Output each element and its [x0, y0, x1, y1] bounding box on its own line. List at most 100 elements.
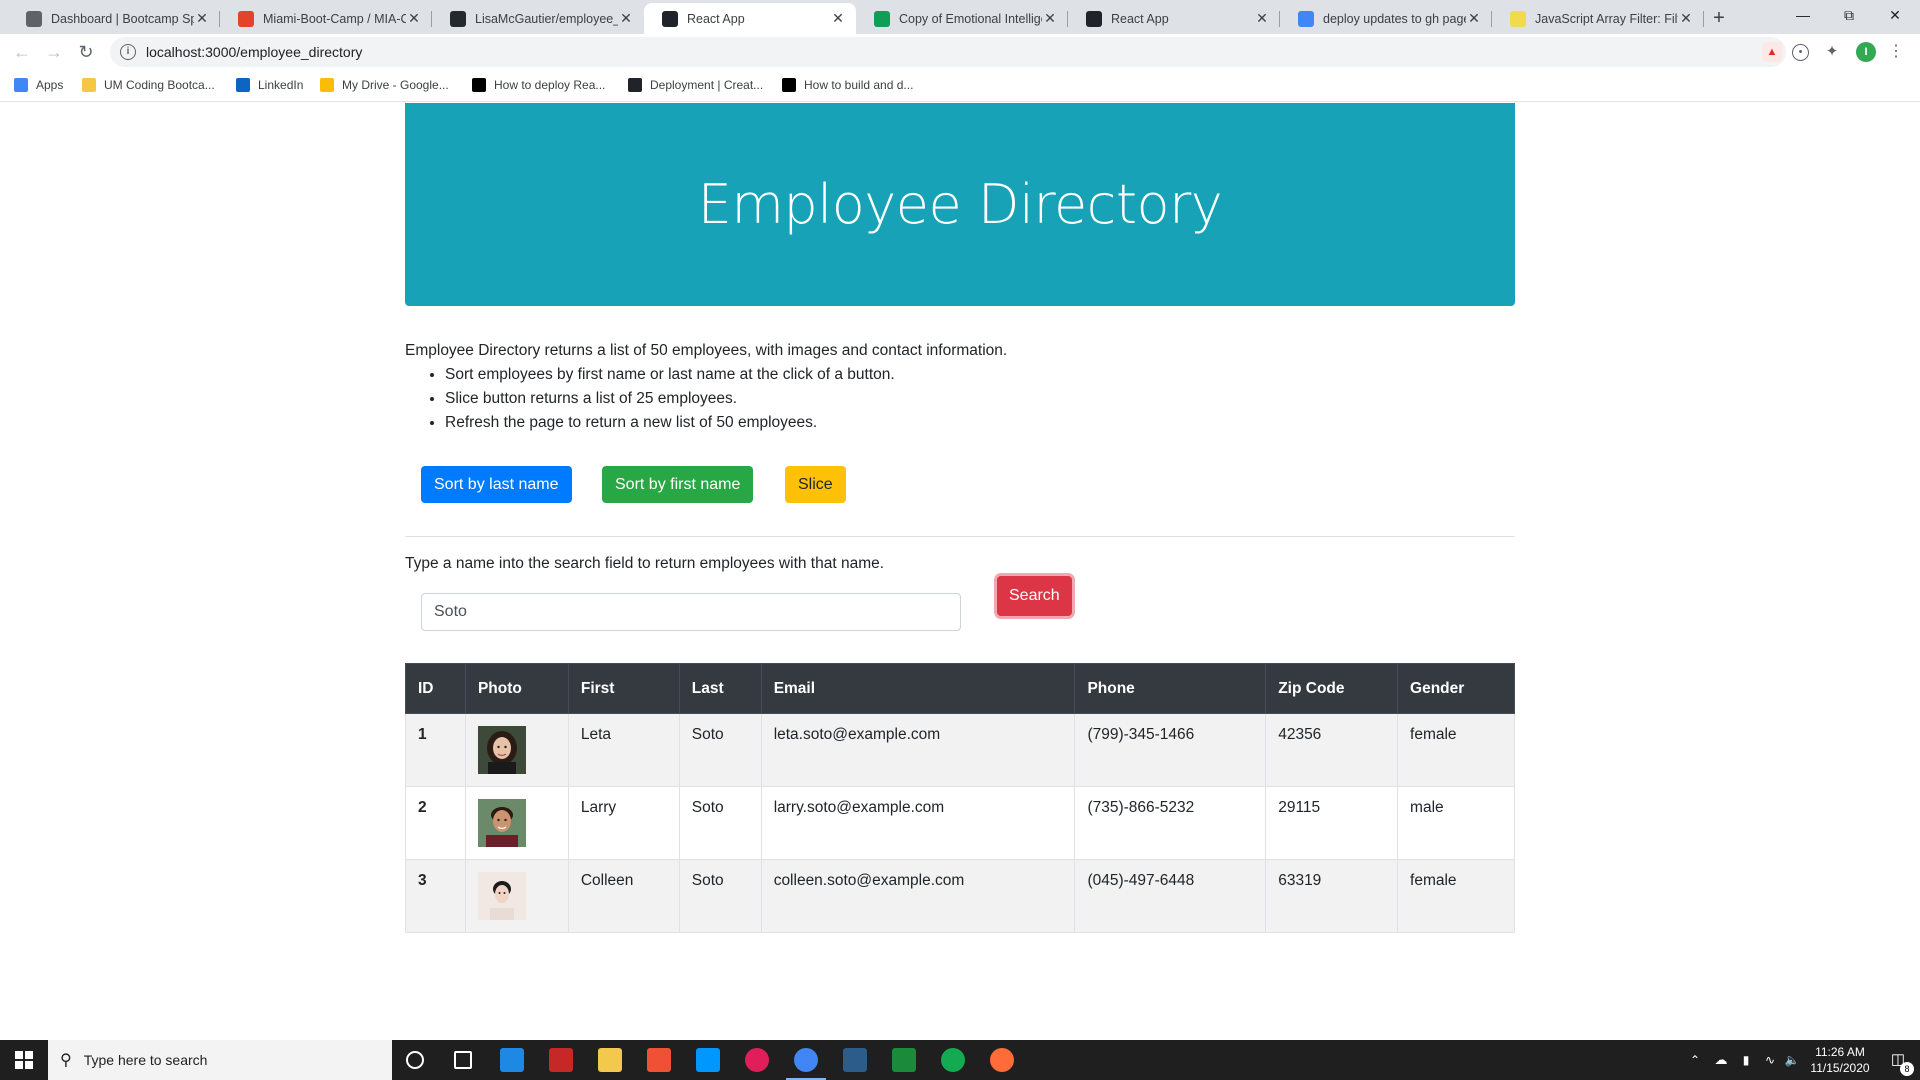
new-tab-button[interactable]: +	[1706, 5, 1732, 31]
address-bar[interactable]: i localhost:3000/employee_directory ☆	[110, 37, 1786, 67]
linkedin-icon	[236, 78, 250, 92]
minimize-button[interactable]: —	[1780, 0, 1826, 32]
extension-2-icon[interactable]: •	[1792, 44, 1809, 61]
search-hint: Type a name into the search field to ret…	[405, 555, 885, 572]
reload-icon[interactable]: ↻	[72, 38, 100, 66]
sort-by-first-name-button[interactable]: Sort by first name	[602, 466, 754, 503]
cell-gender: female	[1397, 713, 1515, 787]
column-header-zip: Zip Code	[1265, 663, 1399, 714]
google-icon	[1298, 10, 1314, 27]
close-tab-icon[interactable]: ✕	[618, 10, 634, 27]
site-info-icon[interactable]: i	[120, 44, 136, 60]
cell-last: Soto	[678, 713, 762, 787]
vscode-icon[interactable]	[696, 1048, 720, 1072]
address-bar-url: localhost:3000/employee_directory	[146, 44, 363, 60]
chrome-icon[interactable]	[794, 1048, 818, 1072]
bookmark-item[interactable]: Deployment | Creat...	[628, 78, 763, 92]
column-header-id: ID	[405, 663, 466, 714]
cell-email: larry.soto@example.com	[760, 786, 1076, 860]
bookmark-label: How to build and d...	[804, 78, 914, 92]
task-view-icon[interactable]	[454, 1051, 472, 1069]
close-tab-icon[interactable]: ✕	[1254, 10, 1270, 27]
restore-button[interactable]: ⧉	[1826, 0, 1872, 32]
lastpass-icon[interactable]	[500, 1048, 524, 1072]
git-icon[interactable]	[647, 1048, 671, 1072]
column-header-gender: Gender	[1397, 663, 1515, 714]
bookmark-label: Deployment | Creat...	[650, 78, 764, 92]
bookmark-item[interactable]: How to deploy Rea...	[472, 78, 605, 92]
table-row: 2 Larry Soto larry.soto@example.com (735…	[405, 786, 1515, 860]
cell-phone: (045)-497-6448	[1074, 859, 1267, 933]
browser-tab[interactable]: Miami-Boot-Camp / MIA-COD✕	[220, 3, 432, 34]
sort-by-last-name-button[interactable]: Sort by last name	[421, 466, 572, 503]
browser-tab[interactable]: Dashboard | Bootcamp Spot ✕	[8, 3, 220, 34]
chrome-menu-icon[interactable]: ⋮	[1886, 42, 1906, 62]
header-jumbotron: Employee Directory	[405, 103, 1515, 306]
cra-icon	[628, 78, 642, 92]
taskbar-clock[interactable]: 11:26 AM 11/15/2020	[1806, 1040, 1874, 1080]
bookmark-label: LinkedIn	[258, 78, 304, 92]
close-tab-icon[interactable]: ✕	[1042, 10, 1058, 27]
browser-tab-title: React App	[1111, 11, 1169, 26]
slice-button[interactable]: Slice	[785, 466, 846, 503]
react-icon	[1086, 10, 1102, 27]
extensions-puzzle-icon[interactable]: ✦	[1822, 42, 1842, 62]
windows-logo-icon	[15, 1051, 33, 1069]
postman-icon[interactable]	[990, 1048, 1014, 1072]
extension-icon[interactable]: ▲	[1762, 42, 1782, 62]
volume-icon[interactable]: 🔈	[1782, 1040, 1802, 1080]
cell-photo	[464, 713, 569, 787]
onedrive-icon[interactable]: ☁	[1710, 1040, 1732, 1080]
close-tab-icon[interactable]: ✕	[1466, 10, 1482, 27]
mongodb-compass-icon[interactable]	[941, 1048, 965, 1072]
js-icon	[1510, 10, 1526, 27]
show-hidden-icons-chevron-icon[interactable]: ⌃	[1688, 1040, 1702, 1080]
bookmark-item[interactable]: Apps	[14, 78, 63, 92]
search-input[interactable]	[421, 593, 961, 631]
table-header-row: ID Photo First Last Email Phone Zip Code…	[405, 663, 1515, 714]
search-button[interactable]: Search	[997, 576, 1072, 616]
close-tab-icon[interactable]: ✕	[1678, 10, 1694, 27]
medium-icon	[782, 78, 796, 92]
browser-tab[interactable]: JavaScript Array Filter: Filter ✕	[1492, 3, 1704, 34]
clock-date: 11/15/2020	[1810, 1061, 1870, 1075]
browser-tab-title: LisaMcGautier/employee_dir	[475, 11, 618, 26]
browser-tab[interactable]: Copy of Emotional Intelligence✕	[856, 3, 1068, 34]
bookmarks-bar: Apps UM Coding Bootca... LinkedIn My Drive …	[0, 70, 1920, 102]
cell-id: 3	[405, 859, 466, 933]
cell-first: Larry	[567, 786, 680, 860]
bookmark-item[interactable]: UM Coding Bootca...	[82, 78, 215, 92]
browser-tab[interactable]: LisaMcGautier/employee_dir✕	[432, 3, 644, 34]
browser-tab[interactable]: React App ✕	[1068, 3, 1280, 34]
cell-last: Soto	[678, 786, 762, 860]
robo3t-icon[interactable]	[892, 1048, 916, 1072]
cell-zip: 29115	[1265, 786, 1399, 860]
table-row: 3 Colleen Soto colleen.soto@example.com …	[405, 859, 1515, 933]
browser-tab-title: deploy updates to gh pages	[1323, 11, 1466, 26]
forward-icon[interactable]: →	[40, 38, 68, 66]
back-icon[interactable]: ←	[8, 38, 36, 66]
close-window-button[interactable]: ✕	[1872, 0, 1918, 32]
mysql-workbench-icon[interactable]	[843, 1048, 867, 1072]
profile-avatar[interactable]: I	[1856, 42, 1876, 62]
battery-icon[interactable]: ▮	[1736, 1040, 1756, 1080]
close-tab-icon[interactable]: ✕	[194, 10, 210, 27]
close-tab-icon[interactable]: ✕	[830, 10, 846, 27]
cell-gender: male	[1397, 786, 1515, 860]
close-tab-icon[interactable]: ✕	[406, 10, 422, 27]
column-header-email: Email	[760, 663, 1076, 714]
mcafee-icon[interactable]	[549, 1048, 573, 1072]
browser-tab-title: Miami-Boot-Camp / MIA-COD	[263, 11, 406, 26]
browser-tab[interactable]: deploy updates to gh pages ✕	[1280, 3, 1492, 34]
bookmark-item[interactable]: LinkedIn	[236, 78, 303, 92]
browser-tab[interactable]: React App ✕	[644, 3, 856, 34]
cortana-icon[interactable]	[406, 1051, 424, 1069]
wifi-icon[interactable]: ∿	[1760, 1040, 1780, 1080]
bookmark-item[interactable]: How to build and d...	[782, 78, 913, 92]
slack-icon[interactable]	[745, 1048, 769, 1072]
taskbar-search-box[interactable]: ⚲ Type here to search	[48, 1040, 392, 1080]
gitlab-icon	[238, 10, 254, 27]
file-explorer-icon[interactable]	[598, 1048, 622, 1072]
windows-start-button[interactable]	[0, 1040, 48, 1080]
bookmark-item[interactable]: My Drive - Google...	[320, 78, 449, 92]
